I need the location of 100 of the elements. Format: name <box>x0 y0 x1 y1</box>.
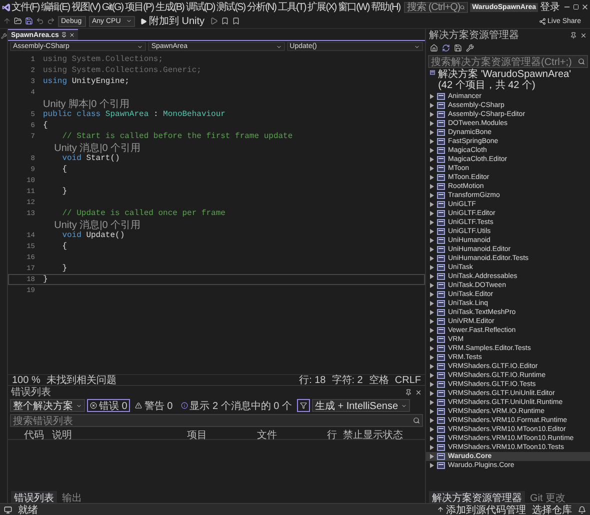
code-lens[interactable]: Unity 脚本|0 个引用 <box>43 96 130 110</box>
monitor-icon <box>4 506 12 514</box>
status-text: 就绪 <box>18 504 38 515</box>
column-header[interactable]: 说明 <box>52 428 187 442</box>
up-arrow-icon <box>437 506 444 513</box>
play-icon <box>140 18 147 24</box>
code-line: void Start() <box>62 154 120 163</box>
project-icon <box>437 165 445 172</box>
filter-button[interactable] <box>296 399 310 412</box>
project-icon <box>437 201 445 208</box>
panel-tab[interactable]: 错误列表 <box>11 490 57 502</box>
code-lens[interactable]: Unity 消息|0 个引用 <box>43 218 141 232</box>
search-field[interactable]: 搜索解决方案资源管理器(Ctrl+;) <box>428 55 588 68</box>
search-field[interactable]: 搜索错误列表 <box>10 414 423 427</box>
project-icon <box>437 219 445 226</box>
project-icon <box>437 372 445 379</box>
source-dropdown[interactable]: 生成 + IntelliSense <box>312 399 410 412</box>
project-icon <box>437 363 445 370</box>
back-icon[interactable] <box>3 17 11 25</box>
search-field[interactable]: 搜索 (Ctrl+Q) <box>404 2 468 12</box>
errors-filter[interactable]: 错误 0 <box>87 399 130 412</box>
panel-title: 解决方案资源管理器 <box>429 28 519 42</box>
project-icon <box>437 453 445 460</box>
menu-item[interactable]: 帮助(H) <box>370 0 402 14</box>
close-icon <box>580 32 587 38</box>
code-line: { <box>61 242 68 251</box>
undo-icon[interactable] <box>36 17 44 25</box>
project-icon <box>437 192 445 199</box>
source-control-button[interactable]: 添加到源代码管理 <box>437 502 526 515</box>
menu-item[interactable]: 测试(S) <box>216 0 246 14</box>
save-icon[interactable] <box>454 44 462 52</box>
char-position: 字符: 2 <box>332 374 363 387</box>
pin-icon[interactable] <box>60 32 67 38</box>
maximize-icon[interactable] <box>573 4 579 10</box>
project-icon <box>437 237 445 244</box>
home-icon[interactable] <box>430 44 438 52</box>
code-line: using System.Collections; <box>43 55 164 64</box>
project-icon <box>437 102 445 109</box>
bell-icon <box>578 506 586 514</box>
messages-filter[interactable]: 显示 2 个消息中的 0 个 <box>178 399 295 412</box>
wrench-icon[interactable] <box>466 44 474 52</box>
column-header[interactable]: 代码 <box>24 428 52 442</box>
save-icon[interactable] <box>25 17 33 25</box>
issues-status[interactable]: 未找到相关问题 <box>46 373 116 387</box>
menu-item[interactable]: 分析(N) <box>246 0 277 14</box>
refresh-icon[interactable] <box>442 44 450 52</box>
project-icon <box>437 336 445 343</box>
info-icon <box>180 402 188 409</box>
menu-item[interactable]: 工具(T) <box>276 0 307 14</box>
attach-button[interactable]: 附加到 Unity <box>138 14 207 28</box>
line-ending[interactable]: CRLF <box>394 374 421 386</box>
menu-item[interactable]: 生成(B) <box>154 0 185 14</box>
project-icon <box>437 444 445 451</box>
menu-item[interactable]: 文件(F) <box>10 0 40 14</box>
menu-item[interactable]: Git(G) <box>100 0 124 14</box>
zoom-level[interactable]: 100 % <box>12 374 40 386</box>
column-header[interactable]: 文件 <box>257 428 327 442</box>
repository-button[interactable]: 选择仓库 <box>532 502 572 515</box>
search-icon <box>578 58 585 65</box>
open-folder-icon[interactable] <box>14 17 22 25</box>
play-icon[interactable] <box>210 17 218 25</box>
menu-item[interactable]: 窗口(W) <box>337 0 370 14</box>
panel-tab[interactable]: 输出 <box>59 490 85 502</box>
project-icon <box>437 390 445 397</box>
project-icon <box>437 228 445 235</box>
scope-dropdown[interactable]: 整个解决方案 <box>10 399 85 412</box>
code-line: void Update() <box>62 231 125 240</box>
code-line: { <box>43 121 48 130</box>
menu-item[interactable]: 编辑(E) <box>40 0 71 14</box>
project-icon <box>437 408 445 415</box>
project-icon <box>437 327 445 334</box>
solution-node[interactable]: 解决方案 'WarudoSpawnArea' (42 个项目，共 42 个) <box>438 69 586 91</box>
column-header[interactable]: 行 <box>327 428 343 442</box>
login-link[interactable]: 登录 <box>538 0 562 14</box>
column-header[interactable]: 项目 <box>187 428 257 442</box>
project-icon <box>437 399 445 406</box>
menu-item[interactable]: 项目(P) <box>124 0 154 14</box>
pin-icon <box>405 388 412 396</box>
indent-mode[interactable]: 空格 <box>368 373 389 387</box>
code-lens[interactable]: Unity 消息|0 个引用 <box>43 140 141 154</box>
column-header[interactable]: 禁止显示状态 <box>343 428 423 442</box>
menu-item[interactable]: 扩展(X) <box>306 0 338 14</box>
project-icon <box>437 264 445 271</box>
panel-tab[interactable]: Git 更改 <box>527 490 569 502</box>
project-icon <box>437 462 445 469</box>
redo-icon[interactable] <box>47 17 55 25</box>
project-icon <box>437 183 445 190</box>
search-icon <box>460 4 466 10</box>
code-line: // Start is called before the first frame update <box>61 132 293 141</box>
warnings-filter[interactable]: 警告 0 <box>132 399 176 412</box>
project-icon <box>430 69 436 76</box>
close-icon[interactable] <box>581 3 589 11</box>
project-icon <box>437 426 445 433</box>
project-icon <box>437 435 445 442</box>
project-icon <box>437 138 445 145</box>
project-icon <box>437 354 445 361</box>
panel-title: 错误列表 <box>11 386 51 399</box>
menu-item[interactable]: 调试(D) <box>184 0 216 14</box>
panel-tab[interactable]: 解决方案资源管理器 <box>429 490 525 502</box>
menu-item[interactable]: 视图(V) <box>70 0 101 14</box>
